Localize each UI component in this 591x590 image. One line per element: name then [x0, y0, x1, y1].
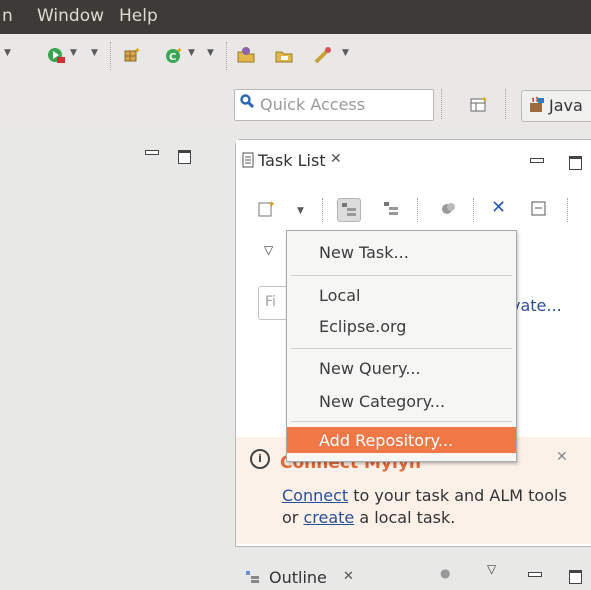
tab-task-list-label: Task List — [258, 151, 326, 170]
minimize-icon[interactable] — [145, 150, 159, 155]
run-dropdown-icon[interactable]: ▼ — [70, 48, 77, 58]
outline-icon — [246, 571, 259, 583]
java-perspective-icon — [530, 96, 544, 112]
search-icon[interactable] — [313, 45, 333, 68]
open-task-icon[interactable] — [274, 46, 294, 67]
maximize-icon[interactable] — [178, 150, 191, 164]
categorized-icon — [342, 203, 356, 216]
editor-area — [0, 130, 224, 584]
svg-text:✦: ✦ — [481, 96, 488, 104]
scheduled-view-icon[interactable] — [383, 201, 399, 220]
new-task-icon[interactable]: ✦ — [257, 199, 276, 220]
tab-task-list[interactable]: Task List ✕ — [236, 140, 356, 180]
tab-outline-label[interactable]: Outline — [269, 568, 327, 587]
menu-item-new-query[interactable]: New Query... — [287, 355, 516, 381]
collapse-all-icon[interactable]: ✕ — [491, 199, 506, 217]
dropdown-arrow-icon[interactable]: ▼ — [207, 48, 214, 58]
outline-focus-icon[interactable]: ● — [440, 566, 450, 580]
focus-icon[interactable] — [441, 201, 457, 220]
svg-text:✦: ✦ — [134, 46, 140, 55]
close-outline-icon[interactable]: ✕ — [343, 569, 354, 584]
main-toolbar: ▼ ▼ ▼ ✦ C ✦ ▼ ▼ ▼ — [0, 34, 591, 78]
menu-item-window[interactable]: Window — [37, 6, 104, 26]
outline-menu-icon[interactable]: ▽ — [487, 562, 496, 576]
menu-item-new-category[interactable]: New Category... — [287, 388, 516, 414]
menu-item-add-repository[interactable]: Add Repository... — [287, 427, 516, 453]
new-class-dropdown-icon[interactable]: ▼ — [188, 48, 195, 58]
task-list-icon — [242, 152, 254, 168]
categorized-view-button[interactable] — [337, 198, 361, 222]
svg-text:✦: ✦ — [176, 46, 183, 55]
java-perspective-label: Java — [549, 96, 583, 115]
connect-mylyn-body: Connect to your task and ALM tools or cr… — [282, 485, 582, 529]
open-perspective-icon[interactable]: ✦ — [470, 95, 488, 117]
menu-item-help[interactable]: Help — [119, 6, 158, 26]
new-java-class-icon[interactable]: C ✦ — [165, 46, 183, 67]
menu-item-eclipse-org[interactable]: Eclipse.org — [287, 313, 516, 339]
magnifier-icon — [240, 94, 254, 108]
link-with-editor-icon[interactable] — [531, 201, 547, 220]
info-icon: i — [250, 449, 270, 469]
menu-item-run-partial[interactable]: n — [2, 6, 13, 26]
new-java-package-icon[interactable]: ✦ — [122, 46, 141, 67]
close-panel-icon[interactable]: ✕ — [556, 449, 568, 465]
connect-text-2: a local task. — [354, 508, 456, 527]
outline-maximize-icon[interactable] — [569, 570, 582, 584]
close-tab-icon[interactable]: ✕ — [330, 151, 342, 167]
run-icon[interactable] — [46, 46, 66, 67]
menu-item-local[interactable]: Local — [287, 282, 516, 308]
dropdown-arrow-icon[interactable]: ▼ — [4, 48, 11, 58]
search-dropdown-icon[interactable]: ▼ — [342, 48, 349, 58]
view-maximize-icon[interactable] — [569, 156, 582, 170]
find-placeholder: Fi — [265, 294, 276, 310]
quick-access-input[interactable]: Quick Access — [234, 89, 434, 121]
dropdown-arrow-icon[interactable]: ▼ — [91, 48, 98, 58]
java-perspective-button[interactable]: Java — [521, 90, 591, 122]
new-task-dropdown-icon[interactable]: ▼ — [297, 206, 304, 216]
view-minimize-icon[interactable] — [530, 158, 544, 163]
menu-item-new-task[interactable]: New Task... — [287, 239, 516, 265]
create-link[interactable]: create — [303, 508, 354, 527]
menu-bar: n Window Help — [0, 0, 591, 34]
outline-minimize-icon[interactable] — [528, 572, 542, 577]
outline-view: Outline ✕ ● ▽ — [235, 560, 591, 590]
activate-link[interactable]: vate... — [511, 296, 562, 315]
expand-toggle-icon[interactable]: ▽ — [264, 243, 273, 257]
quick-access-placeholder: Quick Access — [260, 95, 366, 114]
connect-link[interactable]: Connect — [282, 486, 348, 505]
new-task-context-menu: New Task... Local Eclipse.org New Query.… — [286, 230, 517, 462]
svg-text:✦: ✦ — [268, 200, 275, 210]
open-type-icon[interactable] — [236, 46, 256, 67]
